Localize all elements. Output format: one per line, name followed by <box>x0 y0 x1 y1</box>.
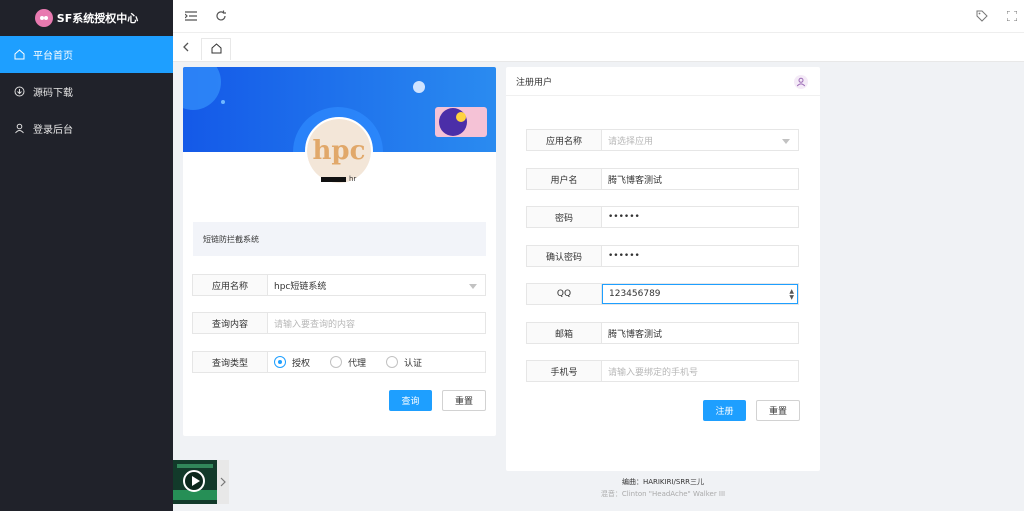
reg-app-label: 应用名称 <box>527 130 602 150</box>
download-icon <box>14 86 25 97</box>
card-title: 注册用户 <box>516 78 553 88</box>
reg-username-input[interactable]: 腾飞博客测试 <box>602 169 798 189</box>
type-label: 查询类型 <box>193 352 268 372</box>
brand-logo-icon <box>34 9 53 27</box>
sidebar-item-label: 登录后台 <box>33 125 73 136</box>
reg-qq-row: QQ 123456789 ▲ ▼ <box>526 283 799 305</box>
refresh-icon[interactable] <box>214 9 228 23</box>
username: hr <box>321 175 356 183</box>
reg-username-row: 用户名 腾飞博客测试 <box>526 168 799 190</box>
play-icon[interactable] <box>183 470 205 492</box>
reset-button[interactable]: 重置 <box>442 390 486 411</box>
brand-title: SF系统授权中心 <box>56 12 139 25</box>
radio-verify[interactable]: 认证 <box>386 356 422 369</box>
radio-auth[interactable]: 授权 <box>274 356 310 369</box>
content-input[interactable]: 请输入要查询的内容 <box>268 313 485 333</box>
menu-fold-icon[interactable] <box>184 9 198 23</box>
chevron-left-icon[interactable] <box>179 40 193 54</box>
reg-phone-row: 手机号 请输入要绑定的手机号 <box>526 360 799 382</box>
sidebar-item-login[interactable]: 登录后台 <box>0 110 173 147</box>
number-spinner-icon[interactable]: ▲ ▼ <box>789 289 794 301</box>
radio-unchecked-icon <box>386 356 399 368</box>
app-label: 应用名称 <box>193 275 268 295</box>
reg-qq-label: QQ <box>527 284 602 304</box>
tag-icon[interactable] <box>975 9 989 23</box>
home-icon <box>211 42 222 57</box>
music-cover[interactable] <box>173 460 217 504</box>
reg-email-label: 邮箱 <box>527 323 602 343</box>
radio-checked-icon <box>274 356 286 368</box>
user-avatar-icon <box>794 75 808 89</box>
reg-password-row: 密码 •••••• <box>526 206 799 228</box>
reg-password-input[interactable]: •••••• <box>602 207 798 227</box>
reg-qq-input[interactable]: 123456789 ▲ ▼ <box>602 284 798 304</box>
sidebar-item-label: 源码下载 <box>33 88 73 99</box>
sidebar-item-home[interactable]: 平台首页 <box>0 36 173 73</box>
app-select-row[interactable]: 应用名称 hpc短链系统 <box>192 274 486 296</box>
register-button[interactable]: 注册 <box>703 400 746 421</box>
radio-unchecked-icon <box>330 356 343 368</box>
divider <box>506 95 820 96</box>
reg-username-label: 用户名 <box>527 169 602 189</box>
radio-agent[interactable]: 代理 <box>330 356 366 369</box>
sidebar: SF系统授权中心 平台首页 源码下载 登录后台 <box>0 0 173 511</box>
type-radio-group: 授权 代理 认证 <box>268 352 485 372</box>
tab-bar <box>173 33 1024 62</box>
content-label: 查询内容 <box>193 313 268 333</box>
app-select[interactable]: hpc短链系统 <box>268 275 485 295</box>
lyric-line-next: 混音：Clinton "HeadAche" Walker III <box>600 490 726 498</box>
lyric-line-current: 编曲：HARIKIRI/SRR三儿 <box>621 478 705 486</box>
user-icon <box>14 123 25 134</box>
reg-email-input[interactable]: 腾飞博客测试 <box>602 323 798 343</box>
reg-app-row[interactable]: 应用名称 请选择应用 <box>526 129 799 151</box>
caret-down-icon <box>782 139 790 144</box>
content-row: 查询内容 请输入要查询的内容 <box>192 312 486 334</box>
sidebar-item-download[interactable]: 源码下载 <box>0 73 173 110</box>
top-header <box>173 0 1024 33</box>
sidebar-item-label: 平台首页 <box>33 51 73 62</box>
caret-down-icon <box>469 284 477 289</box>
query-button[interactable]: 查询 <box>389 390 432 411</box>
register-card: 注册用户 应用名称 请选择应用 用户名 腾飞博客测试 密码 •••••• 确认密… <box>506 67 820 471</box>
home-icon <box>14 49 25 60</box>
redacted-name <box>321 176 346 182</box>
brand: SF系统授权中心 <box>0 0 173 36</box>
fullscreen-icon[interactable] <box>1005 9 1019 23</box>
tab-home[interactable] <box>201 38 231 60</box>
reg-confirm-row: 确认密码 •••••• <box>526 245 799 267</box>
reg-phone-label: 手机号 <box>527 361 602 381</box>
chevron-right-icon[interactable] <box>217 460 229 504</box>
notice-text: 短链防拦截系统 <box>193 222 486 256</box>
query-card: hpc hr 短链防拦截系统 应用名称 hpc短链系统 查询内容 请输入要查询的… <box>183 67 496 436</box>
reg-reset-button[interactable]: 重置 <box>756 400 800 421</box>
reg-confirm-label: 确认密码 <box>527 246 602 266</box>
reg-email-row: 邮箱 腾飞博客测试 <box>526 322 799 344</box>
reg-confirm-input[interactable]: •••••• <box>602 246 798 266</box>
type-row: 查询类型 授权 代理 认证 <box>192 351 486 373</box>
reg-password-label: 密码 <box>527 207 602 227</box>
reg-phone-input[interactable]: 请输入要绑定的手机号 <box>602 361 798 381</box>
reg-app-select[interactable]: 请选择应用 <box>602 130 798 150</box>
